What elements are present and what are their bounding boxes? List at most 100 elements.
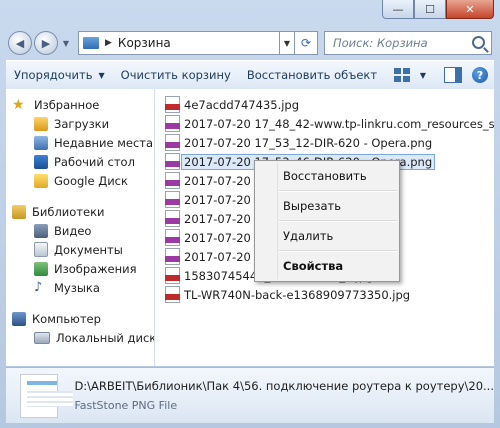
file-name: 2017-07-20 17_53_12-DIR-620 - Opera.png: [184, 135, 433, 150]
jpg-file-icon: [165, 96, 180, 113]
png-file-icon: [165, 229, 180, 246]
nav-item-label: Музыка: [54, 280, 100, 295]
address-bar[interactable]: ▶ Корзина: [78, 31, 280, 55]
jpg-file-icon: [165, 286, 180, 303]
details-file-path: D:\ARBEIT\Библионик\Пак 4\56. подключени…: [74, 379, 494, 393]
nav-favorites[interactable]: ★ Избранное: [6, 95, 154, 114]
address-row: ◀ ▶ ▼ ▶ Корзина ▼ ⟳ Поиск: Корзина: [8, 30, 492, 56]
context-menu: Восстановить Вырезать Удалить Свойства: [254, 160, 400, 282]
empty-recycle-bin-button[interactable]: Очистить корзину: [113, 64, 239, 86]
chevron-down-icon: ▼: [419, 70, 426, 80]
menu-divider: [279, 250, 397, 252]
search-placeholder: Поиск: Корзина: [333, 36, 428, 50]
navigation-pane[interactable]: ★ Избранное Загрузки Недавние места Рабо…: [6, 89, 155, 366]
menu-divider: [279, 190, 397, 192]
desktop-icon: [34, 154, 48, 169]
close-button[interactable]: ✕: [446, 0, 494, 19]
nav-item-recent-places[interactable]: Недавние места: [6, 133, 154, 152]
video-library-icon: [34, 223, 48, 238]
details-pane: D:\ARBEIT\Библионик\Пак 4\56. подключени…: [6, 367, 494, 423]
file-name: 4e7acdd747435.jpg: [184, 97, 300, 112]
nav-item-desktop[interactable]: Рабочий стол: [6, 152, 154, 171]
chevron-down-icon: ▼: [98, 70, 105, 80]
organize-label: Упорядочить: [14, 68, 93, 82]
nav-item-pictures[interactable]: Изображения: [6, 259, 154, 278]
nav-libraries-label: Библиотеки: [32, 204, 105, 219]
downloads-folder-icon: [34, 116, 48, 131]
empty-recycle-bin-label: Очистить корзину: [120, 68, 231, 82]
nav-item-label: Локальный диск: [56, 330, 155, 345]
file-item[interactable]: 2017-07-20 17_48_42-www.tp-linkru.com_re…: [155, 114, 494, 133]
nav-item-label: Недавние места: [54, 135, 154, 150]
png-file-icon: [165, 210, 180, 227]
nav-item-music[interactable]: ♪ Музыка: [6, 278, 154, 297]
music-library-icon: ♪: [34, 279, 43, 295]
maximize-button[interactable]: ☐: [414, 0, 446, 19]
organize-button[interactable]: Упорядочить ▼: [6, 64, 113, 86]
nav-libraries[interactable]: Библиотеки: [6, 202, 154, 221]
file-name: TL-WR740N-back-e1368909773350.jpg: [184, 287, 411, 302]
preview-pane-icon[interactable]: [444, 67, 462, 83]
breadcrumb-arrow-icon[interactable]: ▶: [105, 38, 112, 48]
restore-item-button[interactable]: Восстановить объект: [239, 64, 385, 86]
file-item[interactable]: 2017-07-20 17_53_12-DIR-620 - Opera.png: [155, 133, 494, 152]
search-input[interactable]: Поиск: Корзина: [324, 31, 492, 55]
file-name: 2017-07-20 17_48_42-www.tp-linkru.com_re…: [184, 116, 494, 131]
png-file-icon: [165, 115, 180, 132]
local-disk-icon: [34, 331, 50, 344]
nav-item-label: Документы: [54, 242, 123, 257]
back-button[interactable]: ◀: [8, 31, 32, 55]
help-icon[interactable]: ?: [472, 67, 488, 83]
search-icon: [472, 36, 485, 49]
nav-item-label: Видео: [54, 223, 92, 238]
content-panes: ★ Избранное Загрузки Недавние места Рабо…: [6, 89, 494, 366]
address-dropdown-button[interactable]: ▼: [280, 31, 295, 55]
refresh-icon: ⟳: [300, 36, 312, 50]
nav-item-label: Google Диск: [54, 173, 128, 188]
computer-icon: [12, 311, 26, 326]
png-file-icon: [165, 248, 180, 265]
view-controls: ▼ ?: [386, 64, 494, 86]
forward-arrow-icon: ▶: [41, 36, 51, 50]
nav-item-label: Изображения: [54, 261, 137, 276]
file-item[interactable]: TL-WR740N-back-e1368909773350.jpg: [155, 285, 494, 304]
change-view-button[interactable]: ▼: [386, 64, 434, 86]
details-file-type: FastStone PNG File: [74, 399, 178, 412]
file-item[interactable]: 4e7acdd747435.jpg: [155, 95, 494, 114]
nav-computer-label: Компьютер: [32, 311, 101, 326]
nav-item-label: Загрузки: [54, 116, 110, 131]
png-file-icon: [165, 172, 180, 189]
nav-item-label: Рабочий стол: [54, 154, 135, 169]
explorer-window: — ☐ ✕ ◀ ▶ ▼ ▶ Корзина ▼ ⟳ Поиск: Корзина…: [0, 0, 500, 428]
nav-item-video[interactable]: Видео: [6, 221, 154, 240]
breadcrumb-recycle-bin[interactable]: Корзина: [118, 36, 171, 50]
command-bar: Упорядочить ▼ Очистить корзину Восстанов…: [6, 60, 494, 90]
libraries-icon: [12, 204, 26, 219]
documents-library-icon: [34, 242, 48, 257]
nav-item-documents[interactable]: Документы: [6, 240, 154, 259]
png-file-icon: [165, 191, 180, 208]
nav-item-downloads[interactable]: Загрузки: [6, 114, 154, 133]
recent-places-icon: [34, 135, 48, 150]
nav-favorites-label: Избранное: [34, 97, 100, 112]
nav-item-local-disk[interactable]: Локальный диск: [6, 328, 154, 347]
png-file-icon: [165, 134, 180, 151]
png-file-icon: [165, 153, 180, 170]
refresh-button[interactable]: ⟳: [295, 31, 318, 55]
recent-pages-dropdown[interactable]: ▼: [60, 39, 72, 48]
google-drive-folder-icon: [34, 173, 48, 188]
back-arrow-icon: ◀: [15, 36, 25, 50]
restore-item-label: Восстановить объект: [246, 68, 378, 82]
minimize-button[interactable]: —: [382, 0, 414, 19]
star-icon: ★: [12, 96, 25, 113]
nav-item-google-drive[interactable]: Google Диск: [6, 171, 154, 190]
pictures-library-icon: [34, 261, 48, 276]
nav-computer[interactable]: Компьютер: [6, 309, 154, 328]
recycle-bin-icon: [83, 37, 99, 49]
file-thumbnail: [20, 373, 74, 418]
caption-buttons: — ☐ ✕: [382, 0, 494, 20]
menu-divider: [279, 220, 397, 222]
view-grid-icon: [393, 68, 410, 82]
jpg-file-icon: [165, 267, 180, 284]
forward-button[interactable]: ▶: [34, 31, 58, 55]
